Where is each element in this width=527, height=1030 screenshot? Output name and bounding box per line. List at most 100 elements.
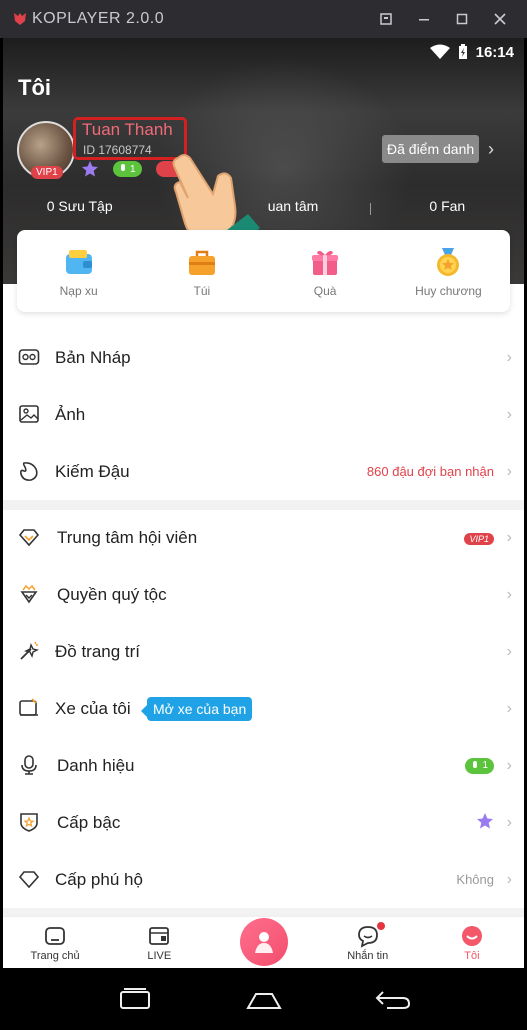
car-card-icon — [19, 698, 38, 716]
quick-bag-label: Túi — [193, 284, 211, 298]
quick-bag[interactable]: Túi — [140, 230, 263, 312]
diamond-icon — [18, 529, 40, 547]
menu-item-label: Bản Nháp — [55, 347, 131, 367]
maximize-icon — [456, 13, 468, 25]
back-icon[interactable] — [373, 986, 413, 1012]
quick-medal[interactable]: Huy chương — [387, 230, 510, 312]
shield-star-icon — [20, 813, 38, 832]
chevron-right-icon[interactable]: › — [488, 139, 494, 160]
nav-live[interactable]: LIVE — [107, 917, 211, 968]
chevron-right-icon: › — [506, 405, 512, 423]
wallet-icon — [65, 250, 92, 274]
profile-icon — [461, 926, 482, 946]
level-pill: 1 — [465, 757, 494, 774]
menu-item-member-center[interactable]: Trung tâm hội viên VIP1 › — [3, 509, 524, 566]
level-badge: 1 — [113, 161, 142, 177]
menu-item-photos[interactable]: Ảnh › — [3, 386, 524, 443]
close-icon — [494, 13, 506, 25]
center-action-icon — [254, 932, 273, 953]
menu-item-label: Quyền quý tộc — [57, 584, 167, 604]
minimize-icon — [419, 19, 429, 21]
chevron-right-icon: › — [506, 699, 512, 717]
close-button[interactable] — [485, 4, 515, 34]
home-icon — [45, 927, 65, 945]
menu-item-titles[interactable]: Danh hiệu 1 › — [3, 737, 524, 794]
menu-item-earn-beans[interactable]: Kiếm Đậu 860 đậu đợi bạn nhận › — [3, 443, 524, 500]
checkin-button[interactable]: Đã điểm danh — [382, 135, 480, 163]
nav-messages-label: Nhắn tin — [347, 950, 389, 962]
stat-collections[interactable]: 0 Sưu Tập — [3, 198, 156, 220]
gift-icon — [312, 250, 339, 275]
menu-item-my-car[interactable]: Xe của tôi Mở xe của bạn › — [3, 680, 524, 737]
menu-item-label: Ảnh — [55, 404, 86, 424]
home-button-icon[interactable] — [244, 986, 284, 1012]
recent-apps-icon[interactable] — [115, 986, 155, 1012]
phone-screen: 16:14 Tôi VIP1 Tuan Thanh ID 17608774 1 … — [3, 38, 524, 968]
medal-icon — [437, 248, 460, 276]
chevron-right-icon: › — [506, 585, 512, 603]
menu-item-label: Danh hiệu — [57, 755, 135, 775]
level-badge-value: 1 — [130, 163, 136, 175]
quick-topup-label: Nạp xu — [59, 284, 98, 298]
menu-item-rank[interactable]: Cấp bậc › — [3, 794, 524, 851]
section-divider — [3, 908, 524, 916]
wifi-icon — [429, 44, 450, 59]
center-action-button[interactable] — [239, 918, 288, 966]
nav-center-action[interactable] — [211, 917, 315, 968]
maximize-button[interactable] — [447, 4, 477, 34]
menu-item-label: Trung tâm hội viên — [57, 527, 198, 547]
chevron-right-icon: › — [506, 813, 512, 831]
menu-group-membership: Trung tâm hội viên VIP1 › Quyền quý tộc … — [3, 509, 524, 908]
nav-messages[interactable]: Nhắn tin — [316, 917, 420, 968]
user-id: ID 17608774 — [83, 143, 152, 157]
chevron-right-icon: › — [506, 870, 512, 888]
magic-wand-icon — [20, 641, 40, 660]
menu-item-label: Cấp phú hộ — [55, 869, 143, 889]
clock: 16:14 — [475, 43, 514, 61]
draft-icon — [18, 349, 40, 365]
stat-following[interactable]: uan tâm — [156, 198, 369, 220]
nav-home[interactable]: Trang chủ — [3, 917, 107, 968]
quick-gift-label: Quà — [313, 284, 337, 298]
menu-item-drafts[interactable]: Bản Nháp › — [3, 329, 524, 386]
menu-item-wealth-level[interactable]: Cấp phú hộ Không › — [3, 851, 524, 908]
vip-tag: VIP1 — [31, 166, 63, 179]
quick-topup[interactable]: Nạp xu — [17, 230, 140, 312]
quick-actions-card: Nạp xu Túi Quà Huy chương — [17, 230, 510, 312]
username[interactable]: Tuan Thanh — [82, 120, 173, 140]
stats-bar: 0 Sưu Tập uan tâm 0 Fan — [3, 198, 524, 220]
star-icon — [477, 813, 493, 829]
notification-dot — [375, 921, 386, 931]
page-title: Tôi — [18, 75, 51, 100]
vip-badge: VIP1 — [464, 533, 494, 545]
star-icon — [82, 161, 98, 177]
mic-icon — [121, 164, 125, 171]
bean-icon — [20, 462, 38, 481]
menu-item-label: Cấp bậc — [57, 812, 121, 832]
chevron-right-icon: › — [506, 642, 512, 660]
nav-me[interactable]: Tôi — [420, 917, 524, 968]
window-menu-icon — [380, 13, 392, 25]
menu-item-label: Xe của tôi — [55, 698, 131, 718]
quick-medal-label: Huy chương — [415, 284, 482, 298]
bottom-navigation: Trang chủ LIVE Nhắn tin Tôi — [3, 916, 524, 968]
koplayer-logo-icon — [14, 13, 26, 25]
level-pill-value: 1 — [482, 760, 488, 771]
menu-item-decorations[interactable]: Đồ trang trí › — [3, 623, 524, 680]
microphone-icon — [21, 755, 37, 775]
menu-window-button[interactable] — [371, 4, 401, 34]
bag-icon — [188, 250, 215, 275]
stat-fans[interactable]: 0 Fan — [371, 198, 524, 220]
nav-home-label: Trang chủ — [30, 950, 80, 962]
chevron-right-icon: › — [506, 756, 512, 774]
vip-level-badge: VIP1 — [464, 530, 494, 545]
quick-gift[interactable]: Quà — [264, 230, 387, 312]
menu-item-nobility[interactable]: Quyền quý tộc › — [3, 566, 524, 623]
nav-live-label: LIVE — [147, 950, 172, 962]
my-car-tooltip[interactable]: Mở xe của bạn — [140, 696, 253, 721]
beans-pending-text: 860 đậu đợi bạn nhận — [366, 464, 494, 479]
wealth-level-value: Không — [456, 872, 494, 887]
minimize-button[interactable] — [409, 4, 439, 34]
window-title: KOPLAYER 2.0.0 — [32, 10, 165, 27]
menu-group-content: Bản Nháp › Ảnh › Kiếm Đậu 860 đậu đợi bạ… — [3, 329, 524, 500]
